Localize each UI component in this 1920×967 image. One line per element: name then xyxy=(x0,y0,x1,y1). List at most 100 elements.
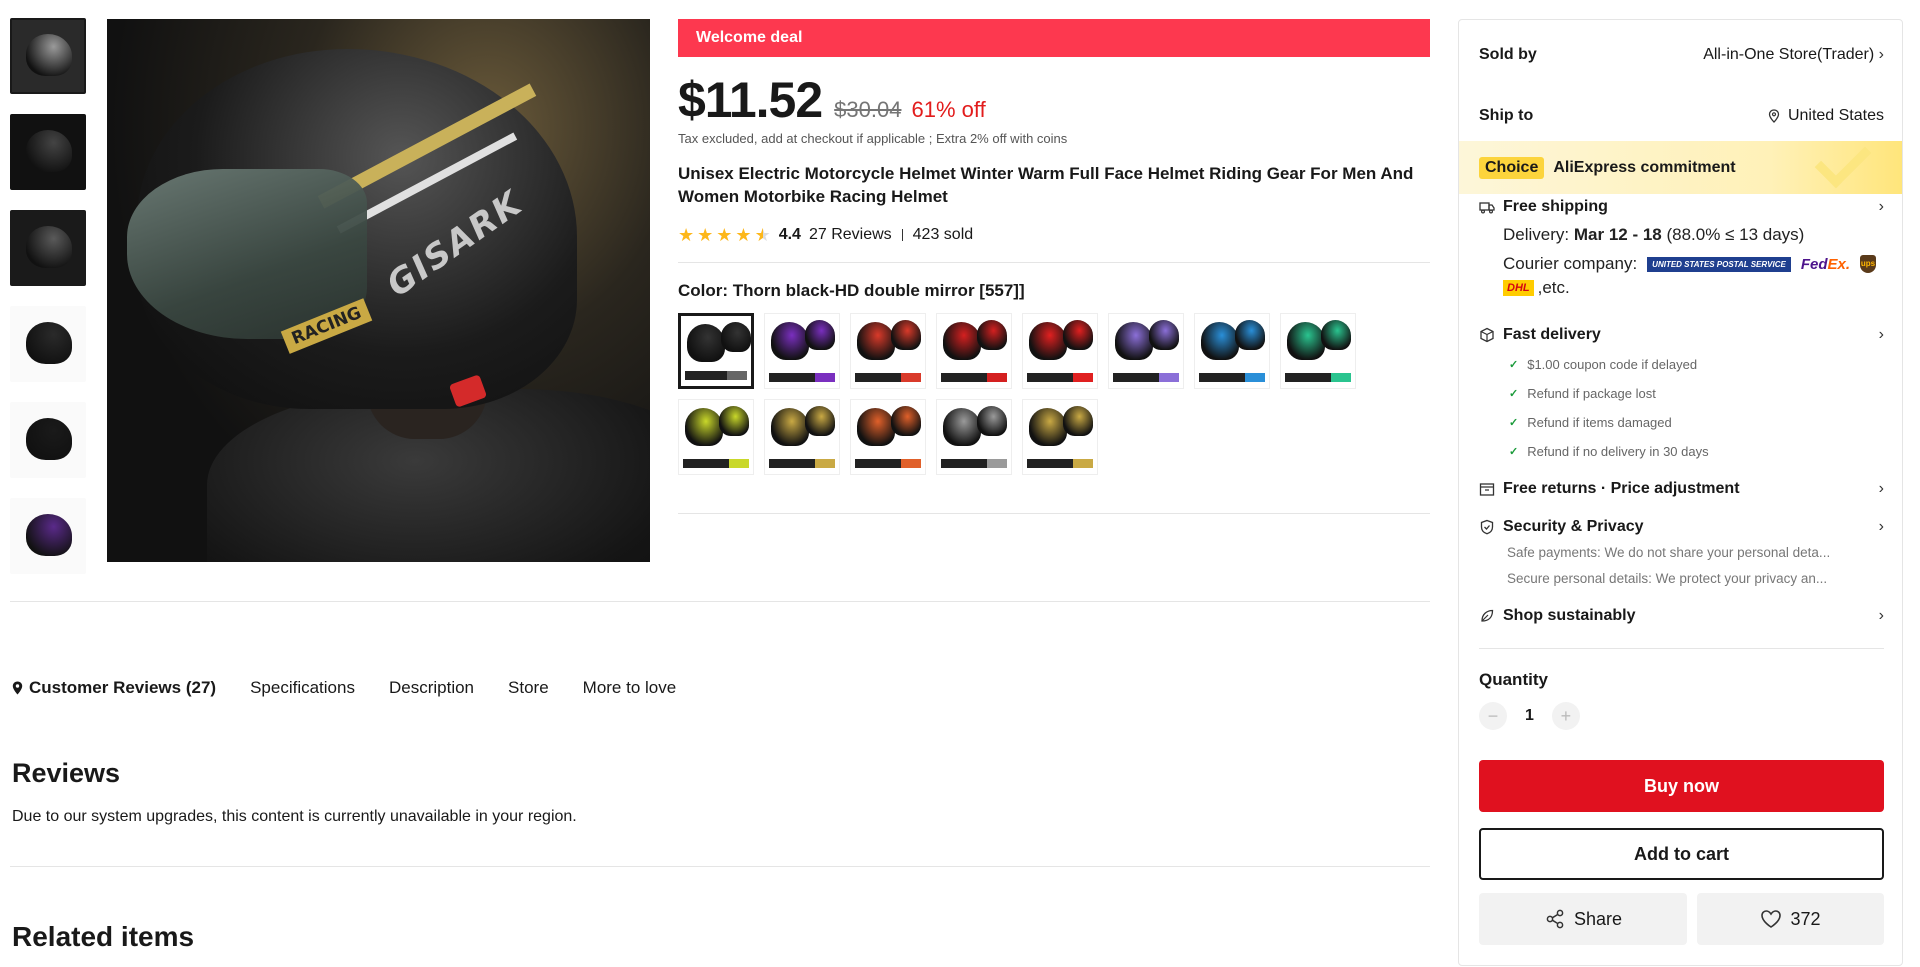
chevron-right-icon: › xyxy=(1878,480,1884,497)
free-returns-header[interactable]: Free returns · Price adjustment › xyxy=(1479,480,1884,498)
ship-to-selector[interactable]: United States xyxy=(1768,107,1884,125)
swatch-color-tag xyxy=(1331,373,1351,382)
color-swatch[interactable] xyxy=(850,313,926,389)
tab-customer-reviews-27[interactable]: Customer Reviews (27) xyxy=(12,678,216,698)
share-button[interactable]: Share xyxy=(1479,893,1687,945)
ship-to-label: Ship to xyxy=(1479,107,1534,124)
swatch-label-bar xyxy=(941,459,1007,468)
color-swatch[interactable] xyxy=(936,313,1012,389)
thumbnail-helmet xyxy=(26,34,72,76)
star-icon: ★ xyxy=(754,225,771,245)
thumbnail-image[interactable] xyxy=(10,306,86,382)
swatch-label-bar xyxy=(855,373,921,382)
security-detail: Safe payments: We do not share your pers… xyxy=(1507,545,1831,560)
thumbnail-image[interactable] xyxy=(10,114,86,190)
product-title: Unisex Electric Motorcycle Helmet Winter… xyxy=(678,164,1414,206)
swatch-helmet xyxy=(1321,320,1351,350)
checkmark-decoration-icon xyxy=(1814,131,1872,189)
security-section[interactable]: Security & Privacy › Safe payments: We d… xyxy=(1479,518,1884,592)
color-swatch[interactable] xyxy=(850,399,926,475)
tab-label: More to love xyxy=(582,678,677,697)
swatch-color-tag xyxy=(987,373,1007,382)
sold-by-row[interactable]: Sold by All-in-One Store(Trader) › xyxy=(1459,40,1902,70)
swatch-label-bar xyxy=(941,373,1007,382)
wishlist-button[interactable]: 372 xyxy=(1697,893,1884,945)
detail-tabs: Customer Reviews (27) Specifications Descr… xyxy=(12,678,676,698)
free-returns-section[interactable]: Free returns · Price adjustment › xyxy=(1479,480,1884,498)
color-swatch[interactable] xyxy=(1108,313,1184,389)
swatch-label-bar xyxy=(1199,373,1265,382)
thumbnail-image[interactable] xyxy=(10,210,86,286)
swatch-label-bar xyxy=(1027,459,1093,468)
tab-label: Store xyxy=(508,678,549,697)
tab-description[interactable]: Description xyxy=(389,678,474,698)
reviews-link[interactable]: 27 Reviews xyxy=(809,226,892,244)
chevron-right-icon: › xyxy=(1878,518,1884,535)
thumbnail-image[interactable] xyxy=(10,402,86,478)
check-icon: ✓ xyxy=(1509,446,1519,458)
color-swatch[interactable] xyxy=(1280,313,1356,389)
ship-to-country: United States xyxy=(1787,107,1884,124)
color-swatch[interactable] xyxy=(1194,313,1270,389)
free-shipping-section[interactable]: Free shipping › Delivery: Mar 12 - 18 (8… xyxy=(1479,198,1884,298)
swatch-label-bar xyxy=(769,373,835,382)
quantity-decrease-button[interactable]: − xyxy=(1479,702,1507,730)
sustainably-header[interactable]: Shop sustainably › xyxy=(1479,607,1884,625)
quantity-increase-button[interactable]: + xyxy=(1551,702,1580,730)
color-swatch[interactable] xyxy=(1022,313,1098,389)
fedex-fed: Fed xyxy=(1800,255,1828,273)
tab-label: Specifications xyxy=(250,678,355,697)
check-icon: ✓ xyxy=(1509,359,1519,371)
color-swatch[interactable] xyxy=(1022,399,1098,475)
add-to-cart-button[interactable]: Add to cart xyxy=(1479,828,1884,880)
separator xyxy=(901,229,903,241)
free-shipping-header[interactable]: Free shipping › xyxy=(1479,198,1884,216)
sustainably-section[interactable]: Shop sustainably › xyxy=(1479,607,1884,625)
tab-specifications[interactable]: Specifications xyxy=(250,678,355,698)
chevron-right-icon: › xyxy=(1878,326,1884,343)
swatch-helmet xyxy=(771,322,809,360)
fast-delivery-header[interactable]: Fast delivery › xyxy=(1479,326,1884,344)
color-swatch[interactable] xyxy=(764,313,840,389)
swatch-helmet xyxy=(685,408,723,446)
ship-to-row[interactable]: Ship to United States xyxy=(1459,101,1902,131)
dhl-logo: DHL xyxy=(1503,280,1534,296)
swatch-helmet xyxy=(857,408,895,446)
quantity-label: Quantity xyxy=(1479,670,1548,689)
swatch-label-bar xyxy=(1285,373,1351,382)
thumbnail-image[interactable] xyxy=(10,18,86,94)
color-swatch[interactable] xyxy=(678,399,754,475)
thumbnail-helmet xyxy=(26,418,72,460)
fast-delivery-list: ✓ $1.00 coupon code if delayed ✓ Refund if … xyxy=(1509,350,1884,466)
fast-delivery-text: Refund if items damaged xyxy=(1527,415,1672,430)
security-header[interactable]: Security & Privacy › xyxy=(1479,518,1884,536)
divider xyxy=(10,866,1430,867)
package-icon xyxy=(1480,327,1494,343)
security-lines: Safe payments: We do not share your pers… xyxy=(1479,540,1884,592)
sold-by-label: Sold by xyxy=(1479,46,1537,63)
tab-more-to-love[interactable]: More to love xyxy=(583,678,677,698)
divider xyxy=(678,262,1430,263)
color-swatch[interactable] xyxy=(936,399,1012,475)
fast-delivery-section[interactable]: Fast delivery › ✓ $1.00 coupon code if de… xyxy=(1479,326,1884,466)
main-product-image[interactable]: GISARK RACING xyxy=(107,19,650,562)
divider xyxy=(678,513,1430,514)
swatch-label-bar xyxy=(769,459,835,468)
star-icon: ★ xyxy=(716,225,733,245)
store-link[interactable]: All-in-One Store(Trader) › xyxy=(1703,46,1884,64)
color-swatch[interactable] xyxy=(764,399,840,475)
thumbnail-image[interactable] xyxy=(10,498,86,574)
swatch-helmet xyxy=(977,320,1007,350)
buy-now-button[interactable]: Buy now xyxy=(1479,760,1884,812)
courier-info-more: DHL ,etc. xyxy=(1503,278,1884,298)
color-swatch[interactable] xyxy=(678,313,754,389)
tab-label: Customer Reviews (27) xyxy=(29,678,217,697)
tax-note: Tax excluded, add at checkout if applica… xyxy=(678,131,1068,146)
tab-store[interactable]: Store xyxy=(508,678,549,698)
star-icon: ★ xyxy=(678,225,695,245)
quantity-value[interactable]: 1 xyxy=(1525,707,1534,725)
swatch-helmet xyxy=(1029,322,1067,360)
original-price: $30.04 xyxy=(834,97,902,122)
swatch-helmet xyxy=(1149,320,1179,350)
thumbnail-helmet xyxy=(26,322,72,364)
